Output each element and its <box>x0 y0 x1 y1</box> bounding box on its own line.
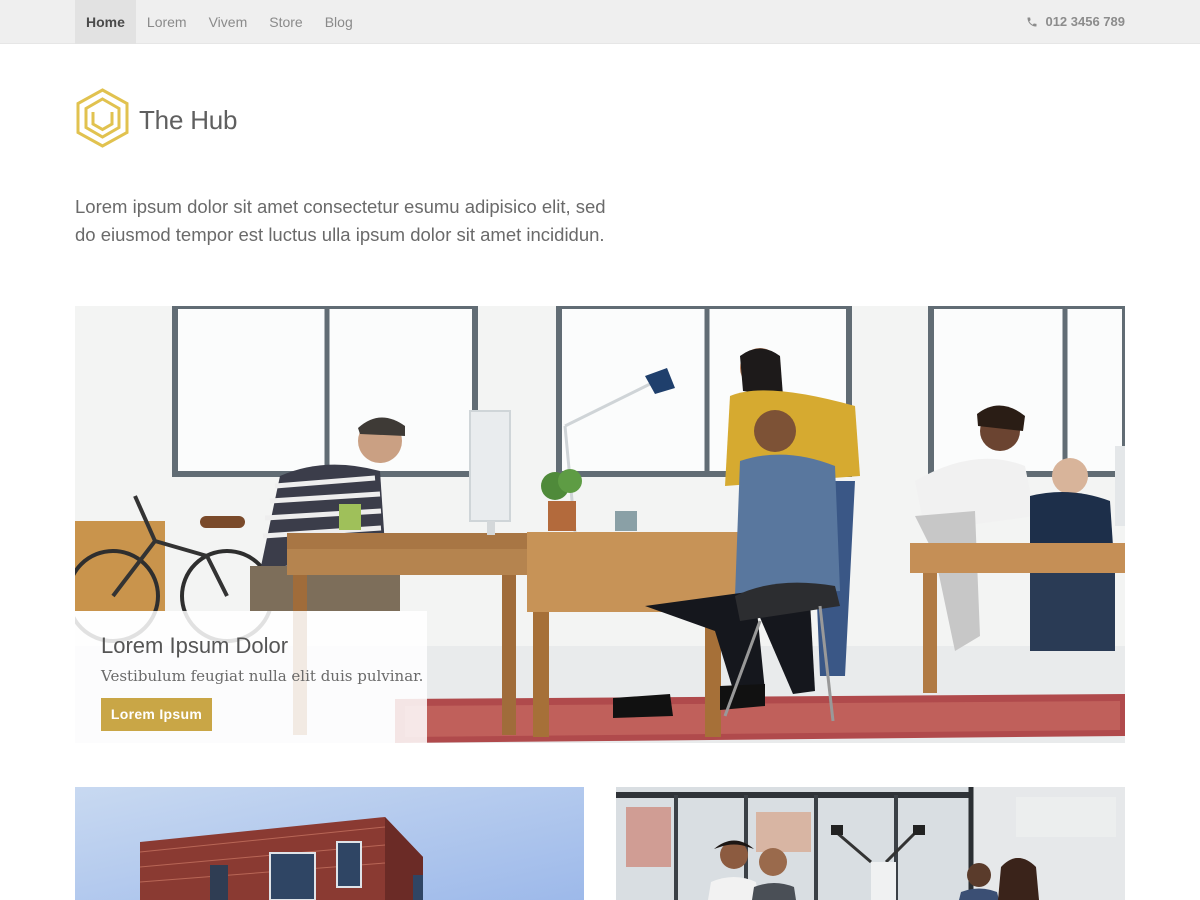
nav-item-store[interactable]: Store <box>258 0 313 44</box>
office-team-photo <box>616 787 1125 900</box>
card-office[interactable] <box>616 787 1125 900</box>
card-building[interactable] <box>75 787 584 900</box>
hero-banner: Lorem Ipsum Dolor Vestibulum feugiat nul… <box>75 306 1125 743</box>
phone-number: 012 3456 789 <box>1045 14 1125 29</box>
hero-caption-box: Lorem Ipsum Dolor Vestibulum feugiat nul… <box>75 611 427 743</box>
hero-caption-subtitle: Vestibulum feugiat nulla elit duis pulvi… <box>101 667 424 685</box>
intro-line-2: do eiusmod tempor est luctus ulla ipsum … <box>75 224 605 245</box>
hexagon-logo-icon <box>75 88 130 153</box>
brand-logo[interactable]: The Hub <box>75 88 238 153</box>
phone-icon <box>1026 16 1038 28</box>
main-nav: Home Lorem Vivem Store Blog <box>75 0 364 44</box>
brick-building-photo <box>75 787 584 900</box>
brand-title: The Hub <box>139 105 238 135</box>
nav-item-blog[interactable]: Blog <box>314 0 364 44</box>
top-navigation-bar: Home Lorem Vivem Store Blog 012 3456 789 <box>0 0 1200 44</box>
hero-cta-button[interactable]: Lorem Ipsum <box>101 698 212 731</box>
nav-item-home[interactable]: Home <box>75 0 136 44</box>
nav-item-vivem[interactable]: Vivem <box>198 0 259 44</box>
intro-text: Lorem ipsum dolor sit amet consectetur e… <box>75 193 635 249</box>
phone-contact[interactable]: 012 3456 789 <box>1026 0 1125 44</box>
intro-line-1: Lorem ipsum dolor sit amet consectetur e… <box>75 196 606 217</box>
nav-item-lorem[interactable]: Lorem <box>136 0 198 44</box>
hero-caption-title: Lorem Ipsum Dolor <box>101 633 289 658</box>
